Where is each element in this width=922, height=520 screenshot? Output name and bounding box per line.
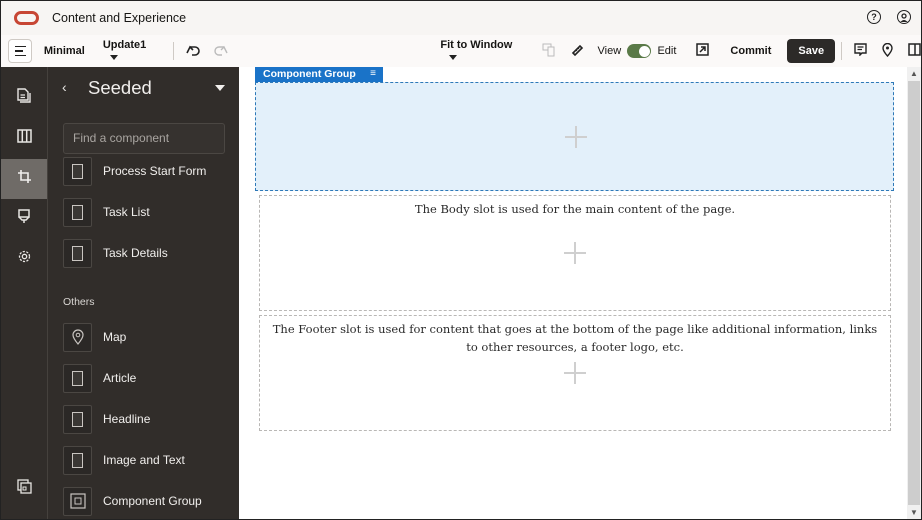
- image-text-icon: [63, 445, 92, 475]
- component-label: Component Group: [103, 494, 202, 508]
- rail-pages[interactable]: [1, 78, 47, 118]
- menu-button[interactable]: [8, 39, 32, 63]
- component-group-icon: [63, 486, 92, 516]
- update-label: Update1: [102, 39, 147, 51]
- component-label: Task List: [103, 205, 150, 219]
- redo-icon[interactable]: [214, 43, 228, 59]
- edit-label: Edit: [657, 45, 677, 57]
- chevron-down-icon: [109, 54, 118, 60]
- footer-slot[interactable]: The Footer slot is used for content that…: [259, 315, 891, 431]
- component-group-slot[interactable]: [255, 82, 894, 191]
- components-panel: ‹ Seeded Find a component Process Start …: [48, 67, 239, 519]
- view-label: View: [597, 45, 622, 57]
- task-details-icon: [63, 238, 92, 268]
- canvas-scrollbar[interactable]: ▲ ▼: [907, 67, 921, 519]
- component-label: Image and Text: [103, 453, 185, 467]
- panel-header: ‹ Seeded: [48, 77, 239, 103]
- page-canvas: Component Group ≡ The Body slot is used …: [239, 67, 907, 519]
- save-button[interactable]: Save: [787, 39, 836, 63]
- component-component-group[interactable]: Component Group: [63, 486, 202, 516]
- selected-component-label: Component Group: [263, 68, 356, 80]
- theme-brush-icon: [18, 209, 30, 229]
- rail-layouts[interactable]: [1, 118, 47, 158]
- undo-icon[interactable]: [186, 43, 201, 59]
- comments-icon[interactable]: [854, 43, 867, 59]
- component-map[interactable]: Map: [63, 322, 126, 352]
- component-image-and-text[interactable]: Image and Text: [63, 445, 185, 475]
- back-chevron-icon[interactable]: ‹: [62, 79, 67, 95]
- headline-icon: [63, 404, 92, 434]
- assets-icon: [16, 479, 32, 499]
- task-list-icon: [63, 197, 92, 227]
- app-title: Content and Experience: [52, 11, 187, 25]
- scroll-up-icon[interactable]: ▲: [907, 67, 921, 81]
- update-dropdown[interactable]: Update1: [103, 39, 158, 63]
- section-label-others: Others: [63, 296, 95, 308]
- component-headline[interactable]: Headline: [63, 404, 150, 434]
- open-external-icon[interactable]: [696, 43, 710, 59]
- layout-name[interactable]: Minimal: [44, 45, 85, 57]
- footer-slot-text: The Footer slot is used for content that…: [272, 322, 878, 354]
- left-rail: [1, 67, 48, 519]
- add-component-plus-icon[interactable]: [565, 126, 587, 148]
- divider: [173, 42, 175, 60]
- commit-button[interactable]: Commit: [730, 45, 771, 57]
- location-pin-icon[interactable]: [882, 42, 893, 60]
- form-icon: [63, 156, 92, 186]
- scroll-down-icon[interactable]: ▼: [907, 506, 921, 519]
- zoom-dropdown[interactable]: Fit to Window: [440, 39, 523, 63]
- rail-assets[interactable]: [1, 469, 47, 509]
- pages-icon: [17, 88, 31, 108]
- component-article[interactable]: Article: [63, 363, 136, 393]
- title-bar: Content and Experience ?: [1, 1, 921, 35]
- component-process-start-form[interactable]: Process Start Form: [63, 156, 206, 186]
- rail-settings[interactable]: [1, 239, 47, 279]
- oracle-logo-icon: [14, 11, 39, 25]
- map-pin-icon: [63, 322, 92, 352]
- device-preview-icon[interactable]: [542, 43, 556, 60]
- user-profile-icon[interactable]: [897, 10, 911, 24]
- body-slot[interactable]: The Body slot is used for the main conte…: [259, 195, 891, 311]
- component-task-details[interactable]: Task Details: [63, 238, 168, 268]
- ruler-icon[interactable]: [570, 43, 584, 60]
- rail-themes[interactable]: [1, 199, 47, 239]
- component-label: Headline: [103, 412, 151, 426]
- component-label: Article: [103, 371, 137, 385]
- editor-toolbar: Minimal Update1 Fit to Window View Edit …: [1, 35, 921, 67]
- rail-components[interactable]: [1, 159, 47, 199]
- divider: [841, 42, 843, 60]
- scrollbar-thumb[interactable]: [908, 81, 920, 505]
- help-icon[interactable]: ?: [867, 10, 881, 24]
- component-label: Process Start Form: [103, 164, 207, 178]
- add-component-plus-icon[interactable]: [564, 362, 586, 384]
- article-icon: [63, 363, 92, 393]
- settings-gear-icon: [17, 249, 32, 269]
- component-menu-icon[interactable]: ≡: [370, 67, 376, 81]
- panel-title: Seeded: [88, 77, 152, 98]
- selected-component-tab[interactable]: Component Group ≡: [255, 67, 383, 82]
- category-dropdown-icon[interactable]: [215, 85, 225, 91]
- body-slot-text: The Body slot is used for the main conte…: [414, 202, 736, 216]
- component-label: Task Details: [103, 246, 168, 260]
- components-crop-icon: [17, 169, 32, 189]
- add-component-plus-icon[interactable]: [564, 242, 586, 264]
- app-window: Content and Experience ? Minimal Update1…: [0, 0, 922, 520]
- toggle-panel-icon[interactable]: [908, 43, 921, 59]
- chevron-down-icon: [449, 54, 458, 60]
- component-search-input[interactable]: Find a component: [63, 123, 225, 154]
- component-task-list[interactable]: Task List: [63, 197, 150, 227]
- zoom-label: Fit to Window: [440, 39, 513, 51]
- view-edit-toggle[interactable]: [627, 44, 652, 58]
- layout-columns-icon: [16, 128, 32, 148]
- component-label: Map: [103, 330, 127, 344]
